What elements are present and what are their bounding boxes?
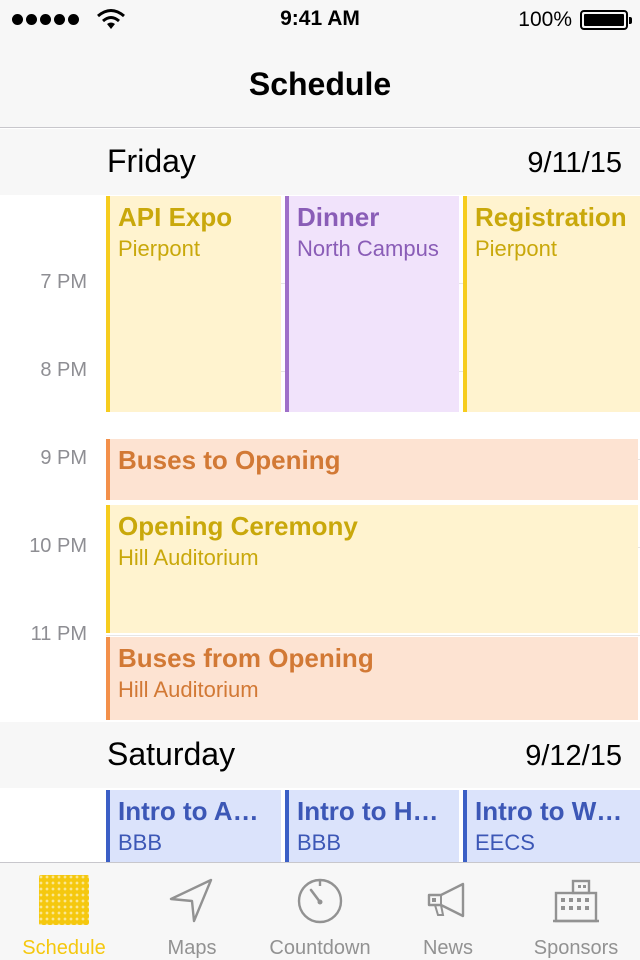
event-title: Intro to A… xyxy=(118,796,259,826)
hour-label: 7 PM xyxy=(40,271,87,293)
tab-label: Countdown xyxy=(269,937,371,959)
day-name: Friday xyxy=(107,143,196,179)
event-title: Registration xyxy=(475,202,627,232)
stopwatch-icon xyxy=(297,878,343,924)
hour-gridline xyxy=(106,635,640,636)
day-header-friday: Friday 9/11/15 xyxy=(0,129,640,195)
calendar-grid-icon xyxy=(39,875,89,925)
top-bar: 9:41 AM 100% Schedule xyxy=(0,0,640,128)
event-location: Hill Auditorium xyxy=(118,545,259,570)
battery-percentage: 100% xyxy=(518,8,572,31)
event-intro-h[interactable]: Intro to H… BBB xyxy=(285,790,459,862)
event-api-expo[interactable]: API Expo Pierpont xyxy=(106,196,281,412)
event-title: Intro to H… xyxy=(297,796,439,826)
megaphone-icon xyxy=(427,882,465,918)
event-title: Dinner xyxy=(297,202,380,232)
tab-label: News xyxy=(422,937,473,959)
event-location: North Campus xyxy=(297,236,439,261)
hour-label: 11 PM xyxy=(30,623,87,645)
event-location: BBB xyxy=(297,830,342,855)
tab-label: Maps xyxy=(167,937,217,959)
event-location: EECS xyxy=(475,830,535,855)
hour-label: 9 PM xyxy=(40,447,87,469)
day-date: 9/12/15 xyxy=(525,740,622,772)
event-intro-a[interactable]: Intro to A… BBB xyxy=(106,790,281,862)
event-location: BBB xyxy=(118,830,163,855)
tab-sponsors[interactable]: Sponsors xyxy=(512,863,640,960)
status-bar: 9:41 AM 100% xyxy=(0,0,640,40)
event-location: Pierpont xyxy=(475,236,557,261)
day-date: 9/11/15 xyxy=(527,147,622,179)
day-header-saturday: Saturday 9/12/15 xyxy=(0,722,640,788)
tab-schedule[interactable]: Schedule xyxy=(0,863,128,960)
battery-icon xyxy=(580,10,632,30)
tab-news[interactable]: News xyxy=(384,863,512,960)
tab-maps[interactable]: Maps xyxy=(128,863,256,960)
event-title: Buses from Opening xyxy=(118,643,374,673)
hour-label: 8 PM xyxy=(40,359,87,381)
event-title: Opening Ceremony xyxy=(118,511,358,541)
event-buses-from-opening[interactable]: Buses from Opening Hill Auditorium xyxy=(106,637,638,720)
event-location: Hill Auditorium xyxy=(118,677,259,702)
event-opening-ceremony[interactable]: Opening Ceremony Hill Auditorium xyxy=(106,505,638,633)
tab-label: Sponsors xyxy=(533,937,619,959)
event-dinner[interactable]: Dinner North Campus xyxy=(285,196,459,412)
tab-countdown[interactable]: Countdown xyxy=(256,863,384,960)
event-buses-to-opening[interactable]: Buses to Opening xyxy=(106,439,638,500)
event-title: Intro to W… xyxy=(475,796,623,826)
event-registration[interactable]: Registration Pierpont xyxy=(463,196,640,412)
event-intro-w[interactable]: Intro to W… EECS xyxy=(463,790,640,862)
building-icon xyxy=(553,879,599,923)
tab-bar: Schedule Maps Countdown News Sponsors xyxy=(0,862,640,960)
event-title: API Expo xyxy=(118,202,233,232)
tab-label: Schedule xyxy=(22,937,106,959)
location-arrow-icon xyxy=(169,878,213,923)
day-name: Saturday xyxy=(107,736,236,772)
event-location: Pierpont xyxy=(118,236,200,261)
event-title: Buses to Opening xyxy=(118,445,341,475)
hour-label: 10 PM xyxy=(29,535,87,557)
page-title: Schedule xyxy=(248,66,392,102)
